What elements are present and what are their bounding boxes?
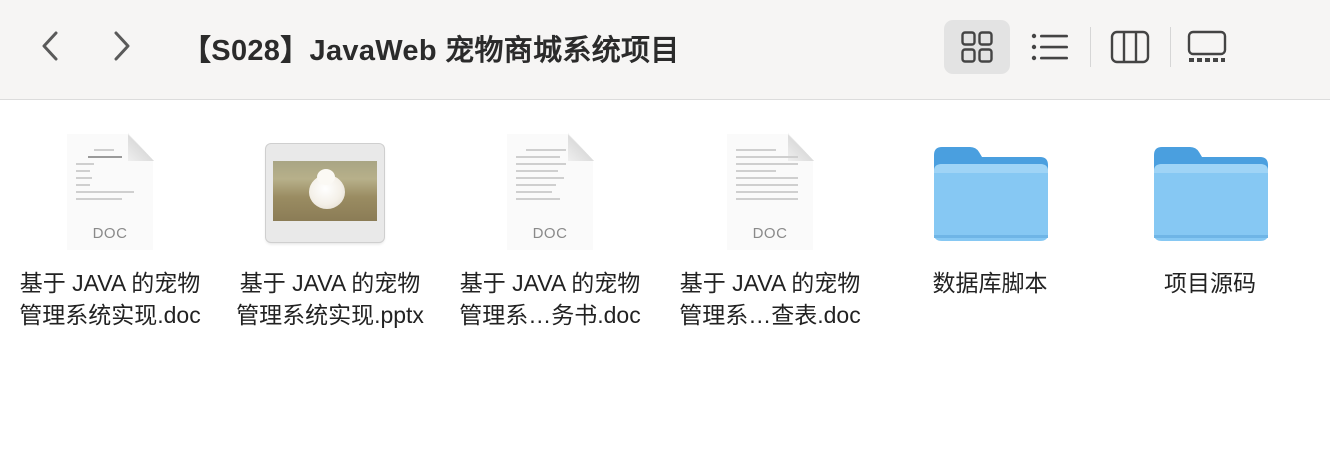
file-type-badge: DOC bbox=[92, 225, 128, 242]
folder-item[interactable]: 数据库脚本 bbox=[880, 131, 1100, 299]
file-item[interactable]: DOC 基于 JAVA 的宠物 管理系…查表.doc bbox=[660, 131, 880, 331]
file-name: 基于 JAVA 的宠物 管理系统实现.doc bbox=[19, 270, 201, 328]
window-title: 【S028】JavaWeb 宠物商城系统项目 bbox=[182, 35, 680, 67]
toolbar-divider bbox=[1090, 27, 1091, 67]
gallery-view-button[interactable] bbox=[1180, 20, 1234, 74]
toolbar: 【S028】JavaWeb 宠物商城系统项目 bbox=[0, 0, 1330, 100]
back-button[interactable] bbox=[30, 26, 70, 66]
presentation-file-icon bbox=[220, 131, 440, 253]
file-type-badge: DOC bbox=[752, 225, 788, 242]
forward-button[interactable] bbox=[102, 26, 142, 66]
file-name: 基于 JAVA 的宠物 管理系…务书.doc bbox=[459, 270, 641, 328]
file-item[interactable]: DOC 基于 JAVA 的宠物 管理系…务书.doc bbox=[440, 131, 660, 331]
file-item[interactable]: DOC 基于 JAVA 的宠物 管理系统实现.doc bbox=[0, 131, 220, 331]
doc-file-icon: DOC bbox=[440, 131, 660, 253]
list-view-button[interactable] bbox=[1020, 20, 1080, 74]
columns-icon bbox=[1110, 30, 1150, 64]
folder-item[interactable]: 项目源码 bbox=[1100, 131, 1320, 299]
file-name: 基于 JAVA 的宠物 管理系统实现.pptx bbox=[236, 270, 424, 328]
toolbar-divider bbox=[1170, 27, 1171, 67]
file-name: 基于 JAVA 的宠物 管理系…查表.doc bbox=[679, 270, 861, 328]
gallery-icon bbox=[1187, 30, 1227, 62]
file-name: 数据库脚本 bbox=[932, 270, 1048, 296]
chevron-left-icon bbox=[42, 31, 58, 61]
folder-icon bbox=[880, 131, 1100, 253]
file-grid: DOC 基于 JAVA 的宠物 管理系统实现.doc 基于 JAVA 的宠物 管理系… bbox=[0, 101, 1330, 460]
list-icon bbox=[1031, 33, 1068, 61]
folder-icon bbox=[1100, 131, 1320, 253]
slide-preview-image bbox=[273, 161, 377, 221]
column-view-button[interactable] bbox=[1100, 20, 1160, 74]
icon-view-button[interactable] bbox=[944, 20, 1010, 74]
file-name: 项目源码 bbox=[1164, 270, 1256, 296]
file-type-badge: DOC bbox=[532, 225, 568, 242]
doc-file-icon: DOC bbox=[0, 131, 220, 253]
grid-icon bbox=[961, 31, 993, 63]
doc-file-icon: DOC bbox=[660, 131, 880, 253]
file-item[interactable]: 基于 JAVA 的宠物 管理系统实现.pptx bbox=[220, 131, 440, 331]
chevron-right-icon bbox=[114, 31, 130, 61]
